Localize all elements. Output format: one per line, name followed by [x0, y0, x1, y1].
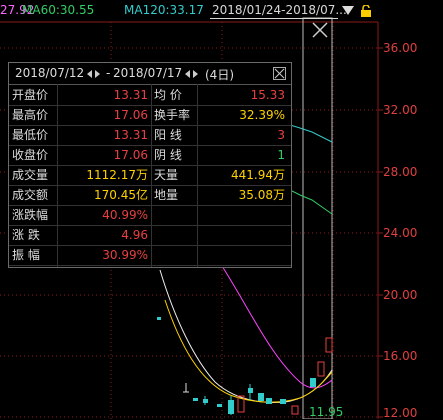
stats-row: 开盘价 13.31 均 价 15.33 [9, 85, 291, 106]
stats-row: 最高价 17.06 换手率 32.39% [9, 105, 291, 126]
stats-row: 收盘价 17.06 阴 线 1 [9, 145, 291, 166]
stats-row: 最低价 13.31 阳 线 3 [9, 125, 291, 146]
axis-tick-label: 24.00 [383, 226, 418, 240]
stat-label: 开盘价 [12, 88, 49, 102]
close-icon[interactable] [310, 20, 330, 40]
stats-row: 成交量 1112.17万 天量 441.94万 [9, 165, 291, 186]
stat-label: 均 价 [154, 88, 182, 102]
stat-value: 1112.17万 [86, 168, 148, 182]
panel-header: 2018/07/12 - 2018/07/17 (4日) [9, 63, 291, 85]
axis-tick-label: 12.00 [383, 406, 418, 420]
stats-row: 涨 跌 4.96 [9, 225, 291, 246]
stat-value: 35.08万 [238, 188, 285, 202]
stat-label: 涨跌幅 [12, 208, 49, 222]
stat-label: 天量 [154, 168, 179, 182]
panel-close-icon[interactable] [273, 67, 286, 80]
end-prev-icon[interactable] [185, 70, 190, 78]
stat-value: 441.94万 [231, 168, 285, 182]
start-prev-icon[interactable] [87, 70, 92, 78]
stats-row: 成交额 170.45亿 地量 35.08万 [9, 185, 291, 206]
date-range-label[interactable]: 2018/01/24-2018/07... [212, 3, 347, 17]
day-count: (4日) [205, 68, 234, 82]
interval-stats-panel: 2018/07/12 - 2018/07/17 (4日) 开盘价 13.31 均 价… [8, 62, 292, 268]
stat-label: 成交量 [12, 168, 49, 182]
stat-value: 3 [277, 128, 285, 142]
stats-row: 振 幅 30.99% [9, 245, 291, 266]
start-next-icon[interactable] [95, 70, 100, 78]
stat-label: 换手率 [154, 108, 191, 122]
stat-label: 地量 [154, 188, 179, 202]
stat-label: 最低价 [12, 128, 49, 142]
stat-value: 32.39% [239, 108, 285, 122]
stat-value: 17.06 [113, 108, 148, 122]
stat-label [154, 245, 196, 265]
stat-label: 最高价 [12, 108, 49, 122]
stat-label: 阴 线 [154, 148, 182, 162]
lock-icon[interactable] [360, 5, 372, 17]
stat-value: 17.06 [113, 148, 148, 162]
dropdown-arrow-icon[interactable] [342, 6, 354, 15]
stat-label [154, 225, 196, 245]
ma120-value: MA120:33.17 [124, 3, 204, 17]
stat-value: 40.99% [102, 208, 148, 222]
low-price-label: 11.95 [309, 405, 344, 419]
stat-value [197, 245, 285, 265]
stat-value: 1 [277, 148, 285, 162]
stat-value: 13.31 [113, 88, 148, 102]
stat-label [154, 205, 196, 225]
stat-value: 13.31 [113, 128, 148, 142]
start-date: 2018/07/12 [15, 66, 85, 80]
axis-tick-label: 36.00 [383, 41, 418, 55]
stat-value [197, 225, 285, 245]
stat-value: 170.45亿 [94, 188, 148, 202]
stat-value: 30.99% [102, 248, 148, 262]
stat-label: 成交额 [12, 188, 49, 202]
ma60-value: MA60:30.55 [22, 3, 95, 17]
date-separator: - [106, 66, 111, 80]
stat-label: 涨 跌 [12, 228, 40, 242]
stat-label: 阳 线 [154, 128, 182, 142]
stat-label: 振 幅 [12, 248, 40, 262]
end-date: 2018/07/17 [113, 66, 183, 80]
date-range-underline [210, 18, 338, 19]
stats-row: 涨跌幅 40.99% [9, 205, 291, 226]
stat-value [197, 205, 285, 225]
axis-tick-label: 16.00 [383, 349, 418, 363]
stat-value: 15.33 [250, 88, 285, 102]
end-next-icon[interactable] [193, 70, 198, 78]
stat-value: 4.96 [121, 228, 148, 242]
stat-label: 收盘价 [12, 148, 49, 162]
axis-tick-label: 20.00 [383, 288, 418, 302]
axis-tick-label: 28.00 [383, 165, 418, 179]
axis-tick-label: 32.00 [383, 103, 418, 117]
